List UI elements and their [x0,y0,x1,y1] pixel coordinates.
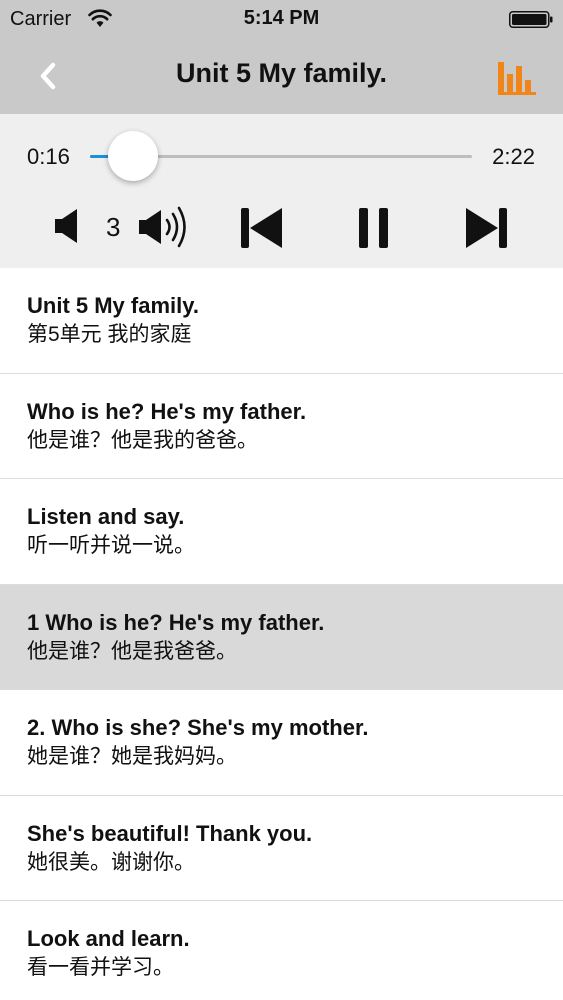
sentence-english: Look and learn. [27,926,190,951]
list-item[interactable]: Listen and say. 听一听并说一说。 [0,479,563,585]
volume-down-icon[interactable] [52,206,84,246]
sentence-chinese: 他是谁？他是我的爸爸。 [27,428,258,452]
sentence-english: Listen and say. [27,504,185,529]
battery-icon [509,11,553,28]
sentence-chinese: 第5单元 我的家庭 [27,323,192,346]
sentence-chinese: 她是谁？她是我妈妈。 [27,745,237,768]
list-item[interactable]: 1 Who is he? He's my father. 他是谁？他是我爸爸。 [0,584,563,690]
next-track-icon[interactable] [462,206,510,250]
sentence-english: 1 Who is he? He's my father. [27,609,325,635]
navigation-bar: Unit 5 My family. [0,40,563,114]
sentence-english: 2. Who is she? She's my mother. [27,715,369,740]
status-time: 5:14 PM [243,7,320,29]
sentence-chinese: 听一听并说一说。 [27,534,195,557]
pause-icon[interactable] [356,206,392,250]
list-item[interactable]: She's beautiful! Thank you. 她很美。谢谢你。 [0,795,563,901]
current-time: 0:16 [27,144,70,169]
list-item[interactable]: Who is he? He's my father. 他是谁？他是我的爸爸。 [0,373,563,479]
total-time: 2:22 [492,144,535,169]
progress-thumb[interactable] [108,131,159,181]
page-title: Unit 5 My family. [175,58,388,88]
sentence-english: Who is he? He's my father. [27,398,307,424]
status-bar: Carrier 5:14 PM [0,0,563,40]
list-item[interactable]: 2. Who is she? She's my mother. 她是谁？她是我妈妈… [0,690,563,796]
bar-chart-icon[interactable] [497,60,537,96]
progress-slider[interactable] [90,131,472,181]
sentence-chinese: 看一看并学习。 [27,956,174,979]
audio-player: 0:16 2:22 3 [0,114,563,268]
sentence-chinese: 他是谁？他是我爸爸。 [27,639,237,663]
sentence-list: Unit 5 My family. 第5单元 我的家庭 Who is he? He'… [0,268,563,1000]
volume-level: 3 [106,212,121,242]
sentence-english: Unit 5 My family. [27,293,199,318]
previous-track-icon[interactable] [238,206,286,250]
volume-up-icon[interactable] [136,204,190,250]
list-item[interactable]: Look and learn. 看一看并学习。 [0,901,563,1000]
sentence-chinese: 她很美。谢谢你。 [27,850,195,874]
sentence-english: She's beautiful! Thank you. [27,820,313,846]
list-item[interactable]: Unit 5 My family. 第5单元 我的家庭 [0,268,563,374]
